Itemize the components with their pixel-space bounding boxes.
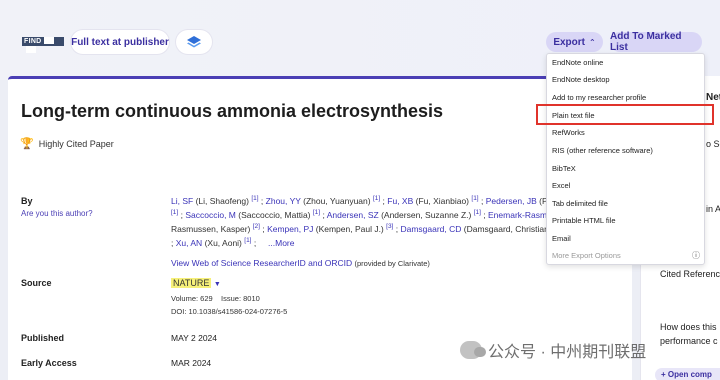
doi: DOI: 10.1038/s41586-024-07276-5 bbox=[171, 307, 288, 316]
source-label: Source bbox=[21, 278, 52, 288]
early-access-date: MAR 2024 bbox=[171, 358, 212, 368]
menu-item-ris[interactable]: RIS (other reference software) bbox=[552, 146, 653, 155]
add-marked-label: Add To Marked List bbox=[610, 31, 682, 53]
highly-cited-badge: 🏆 Highly Cited Paper bbox=[20, 137, 114, 150]
menu-item-endnote-online[interactable]: EndNote online bbox=[552, 58, 603, 67]
source-row: NATURE ▼ bbox=[171, 278, 221, 288]
chevron-up-icon: ⌃ bbox=[588, 37, 596, 47]
author-link[interactable]: Kempen, PJ bbox=[267, 224, 313, 234]
menu-item-more-options: More Export Options bbox=[552, 251, 621, 260]
author-link[interactable]: Damsgaard, CD bbox=[400, 224, 461, 234]
author-link[interactable]: Fu, XB bbox=[387, 196, 413, 206]
by-label: By bbox=[21, 196, 33, 206]
logo-block bbox=[43, 37, 54, 44]
export-label: Export bbox=[553, 36, 585, 48]
menu-item-printable-html[interactable]: Printable HTML file bbox=[552, 216, 616, 225]
author-line-2: [1] ; Saccoccio, M (Saccoccio, Mattia) [… bbox=[171, 209, 548, 220]
more-authors-link[interactable]: ...More bbox=[268, 238, 294, 248]
author-line-3: Rasmussen, Kasper) [2] ; Kempen, PJ (Kem… bbox=[171, 223, 549, 234]
highlight-box bbox=[536, 104, 714, 125]
right-panel-text: o Scie bbox=[706, 139, 720, 149]
watermark: 公众号 · 中州期刊联盟 bbox=[460, 338, 646, 362]
layers-icon bbox=[187, 36, 201, 48]
volume: Volume: 629 bbox=[171, 294, 213, 303]
are-you-author-link[interactable]: Are you this author? bbox=[21, 209, 93, 218]
full-text-label: Full text at publisher bbox=[71, 36, 169, 48]
menu-item-tab-delimited[interactable]: Tab delimited file bbox=[552, 199, 608, 208]
source-journal[interactable]: NATURE bbox=[171, 278, 212, 288]
trophy-icon: 🏆 bbox=[20, 138, 34, 150]
logo-text: FIND bbox=[24, 38, 42, 45]
menu-item-refworks[interactable]: RefWorks bbox=[552, 128, 585, 137]
author-line-1: Li, SF (Li, Shaofeng) [1] ; Zhou, YY (Zh… bbox=[171, 195, 553, 206]
published-date: MAY 2 2024 bbox=[171, 333, 217, 343]
researcher-id-link[interactable]: View Web of Science ResearcherID and ORC… bbox=[171, 258, 352, 268]
menu-item-email[interactable]: Email bbox=[552, 234, 571, 243]
researcher-row: View Web of Science ResearcherID and ORC… bbox=[171, 258, 430, 268]
page-title: Long-term continuous ammonia electrosynt… bbox=[21, 101, 444, 121]
right-panel-question: How does this bbox=[660, 322, 717, 332]
altmetric-button[interactable] bbox=[176, 30, 212, 54]
author-link[interactable]: Zhou, YY bbox=[266, 196, 301, 206]
author-link[interactable]: Xu, AN bbox=[176, 238, 202, 248]
full-text-button[interactable]: Full text at publisher bbox=[71, 30, 169, 54]
menu-item-excel[interactable]: Excel bbox=[552, 181, 570, 190]
right-panel-heading: Net bbox=[706, 92, 720, 103]
volume-issue: Volume: 629 Issue: 8010 bbox=[171, 294, 260, 303]
badge-label: Highly Cited Paper bbox=[38, 138, 114, 149]
add-to-marked-list-button[interactable]: Add To Marked List bbox=[610, 31, 702, 53]
provided-by-text: (provided by Clarivate) bbox=[354, 259, 430, 268]
open-comparison-button[interactable]: + Open comp bbox=[655, 368, 720, 380]
wechat-icon bbox=[460, 341, 486, 359]
author-line-4: ; Xu, AN (Xu, Aoni) [1] ; ...More bbox=[171, 237, 295, 248]
right-panel-question: performance c bbox=[660, 336, 718, 346]
logo-block bbox=[26, 46, 36, 53]
published-label: Published bbox=[21, 333, 65, 343]
caret-down-icon[interactable]: ▼ bbox=[214, 281, 221, 288]
menu-item-researcher-profile[interactable]: Add to my researcher profile bbox=[552, 93, 646, 102]
author-link[interactable]: Saccoccio, M bbox=[185, 210, 236, 220]
early-access-label: Early Access bbox=[21, 358, 77, 368]
cited-reference-label: Cited Reference bbox=[660, 269, 720, 279]
watermark-text: 公众号 · 中州期刊联盟 bbox=[488, 344, 647, 361]
author-link[interactable]: Andersen, SZ bbox=[327, 210, 379, 220]
issue: Issue: 8010 bbox=[221, 294, 260, 303]
author-link[interactable]: Li, SF bbox=[171, 196, 193, 206]
export-button[interactable]: Export ⌃ bbox=[546, 32, 603, 52]
author-link[interactable]: Pedersen, JB bbox=[486, 196, 537, 206]
menu-item-endnote-desktop[interactable]: EndNote desktop bbox=[552, 75, 610, 84]
author-link[interactable]: Enemark-Rasm bbox=[488, 210, 547, 220]
find-it-logo[interactable]: FIND bbox=[22, 37, 64, 53]
menu-item-bibtex[interactable]: BibTeX bbox=[552, 164, 576, 173]
right-panel-text: in A bbox=[706, 204, 720, 214]
info-icon[interactable]: ⓘ bbox=[692, 250, 700, 261]
